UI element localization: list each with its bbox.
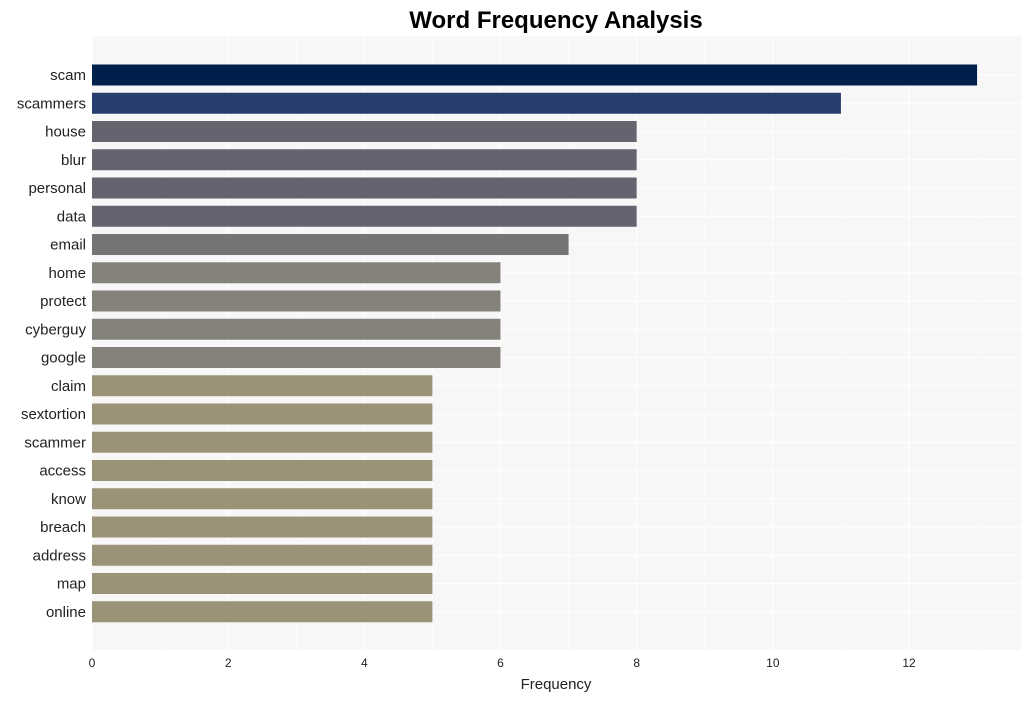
y-label-breach: breach (40, 519, 86, 536)
bar-claim (92, 375, 433, 397)
bar-cyberguy (92, 318, 501, 340)
bar-sextortion (92, 403, 433, 425)
x-tick-label: 4 (361, 656, 368, 670)
bar-google (92, 347, 501, 368)
y-label-know: know (51, 491, 86, 508)
y-label-data: data (57, 208, 87, 225)
y-label-blur: blur (61, 152, 86, 169)
y-label-sextortion: sextortion (21, 406, 86, 423)
bar-address (92, 544, 433, 566)
bar-data (92, 205, 637, 227)
y-label-map: map (57, 576, 86, 593)
y-label-access: access (39, 463, 86, 480)
y-label-google: google (41, 350, 86, 367)
bar-personal (92, 177, 637, 199)
y-label-scammer: scammer (24, 434, 86, 451)
x-tick-label: 10 (766, 656, 780, 670)
bar-home (92, 262, 501, 284)
bar-house (92, 121, 637, 142)
x-tick-label: 12 (902, 656, 916, 670)
x-tick-label: 8 (633, 656, 640, 670)
bar-breach (92, 516, 433, 538)
y-label-personal: personal (28, 180, 86, 197)
bar-map (92, 573, 433, 594)
y-label-email: email (50, 237, 86, 254)
bar-scammer (92, 431, 433, 453)
y-axis-labels: scam scammers house blur personal data email ho… (17, 67, 87, 621)
x-tick-label: 2 (225, 656, 232, 670)
bar-access (92, 460, 433, 481)
x-tick-label: 6 (497, 656, 504, 670)
bar-know (92, 488, 433, 510)
word-frequency-chart: scam scammers house blur personal data email ho… (17, 7, 1021, 693)
y-label-scammers: scammers (17, 95, 86, 112)
y-label-protect: protect (40, 293, 87, 310)
chart-title: Word Frequency Analysis (409, 7, 702, 34)
bar-scam (92, 64, 978, 86)
x-axis-label: Frequency (521, 676, 592, 693)
y-label-home: home (48, 265, 86, 282)
y-label-cyberguy: cyberguy (25, 321, 86, 338)
bar-online (92, 601, 433, 623)
y-label-scam: scam (50, 67, 86, 84)
y-label-house: house (45, 124, 86, 141)
y-label-address: address (33, 547, 86, 564)
x-tick-label: 0 (89, 656, 96, 670)
bar-protect (92, 290, 501, 312)
bar-email (92, 234, 569, 255)
bar-blur (92, 149, 637, 171)
y-label-online: online (46, 604, 86, 621)
x-axis-ticks: 0 2 4 6 8 10 12 (89, 656, 916, 670)
y-label-claim: claim (51, 378, 86, 395)
bar-scammers (92, 92, 841, 114)
